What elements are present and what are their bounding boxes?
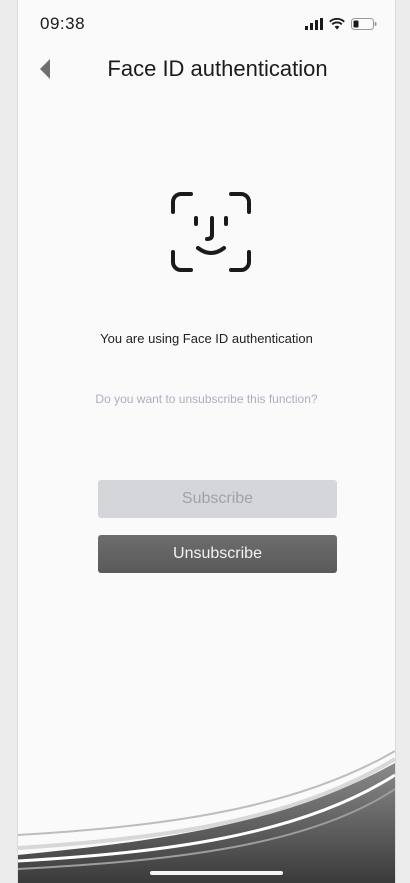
- page-title: Face ID authentication: [107, 56, 328, 81]
- home-indicator[interactable]: [150, 871, 283, 875]
- info-text: You are using Face ID authentication: [100, 331, 313, 346]
- unsubscribe-button[interactable]: Unsubscribe: [98, 535, 337, 573]
- nav-bar: Face ID authentication: [18, 50, 395, 90]
- footer-decoration: [18, 743, 395, 883]
- back-arrow-icon: [38, 58, 52, 85]
- screen: 09:38 Face ID authentication You are usi…: [18, 0, 395, 883]
- back-button[interactable]: [30, 56, 60, 86]
- status-time: 09:38: [40, 14, 86, 33]
- subscribe-label: Subscribe: [181, 490, 254, 507]
- face-id-icon: [169, 190, 253, 274]
- signal-icon: [305, 17, 323, 35]
- wifi-icon: [329, 17, 345, 35]
- status-icons: [305, 17, 377, 35]
- battery-icon: [351, 17, 377, 35]
- subscribe-button[interactable]: Subscribe: [98, 480, 337, 518]
- unsubscribe-question: Do you want to unsubscribe this function…: [95, 392, 318, 406]
- unsubscribe-label: Unsubscribe: [173, 545, 262, 562]
- status-bar: 09:38: [18, 0, 395, 44]
